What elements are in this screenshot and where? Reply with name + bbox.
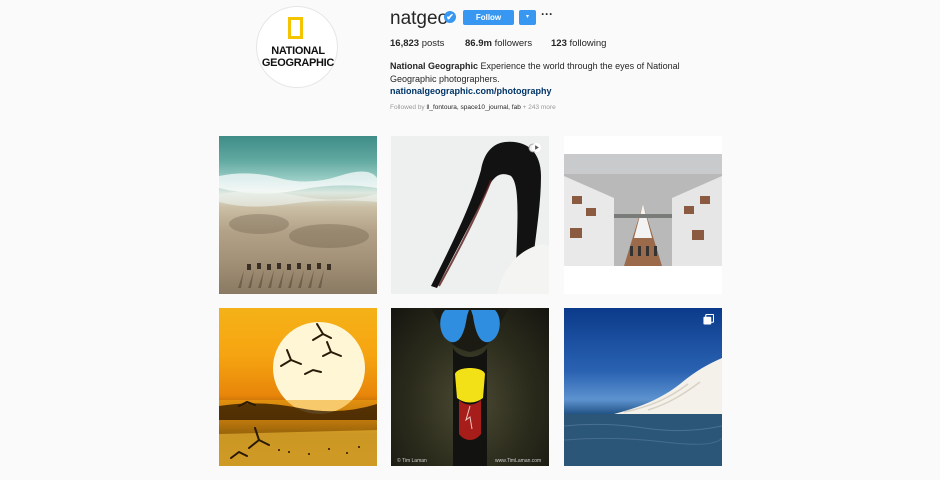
photo-credit-right: www.TimLaman.com	[495, 458, 542, 464]
multiple-photos-icon	[703, 314, 714, 325]
video-icon	[531, 142, 542, 153]
ibis-scene	[431, 141, 549, 294]
natgeo-logo-frame-icon	[288, 17, 303, 39]
followers-count: 86.9m	[465, 38, 492, 49]
following-count: 123	[551, 38, 567, 49]
logo-text-line1: NATIONAL	[271, 45, 325, 57]
suggestions-dropdown-button[interactable]: ▾	[519, 10, 536, 25]
sunset-scene	[219, 322, 377, 466]
profile-username: natgeo	[390, 8, 449, 29]
profile-avatar[interactable]: NATIONAL GEOGRAPHIC	[256, 6, 338, 88]
logo-text-line2: GEOGRAPHIC	[261, 57, 335, 69]
photo-credit-left: © Tim Laman	[397, 458, 427, 464]
beach-scene	[219, 171, 377, 288]
post-thumbnail-bird-of-paradise[interactable]: © Tim Laman www.TimLaman.com	[391, 308, 549, 466]
follow-button[interactable]: Follow	[463, 10, 514, 25]
town-scene	[564, 154, 722, 266]
posts-count: 16,823	[390, 38, 420, 49]
post-thumbnail-white-cliffs[interactable]	[564, 308, 722, 466]
post-thumbnail-cranes-sunset[interactable]	[219, 308, 377, 466]
bio-website-link[interactable]: nationalgeographic.com/photography	[390, 86, 552, 96]
post-thumbnail-snowy-town[interactable]	[564, 136, 722, 294]
bio-name: National Geographic	[390, 61, 479, 71]
followed-by-more[interactable]: + 243 more	[523, 104, 556, 111]
cliffs-scene	[564, 358, 722, 466]
followed-by-prefix: Followed by	[390, 104, 425, 111]
profile-bio: National Geographic Experience the world…	[390, 60, 690, 85]
stat-posts: 16,823 posts	[390, 38, 444, 49]
following-label: following	[569, 38, 607, 49]
posts-label: posts	[421, 38, 445, 49]
followed-by-users[interactable]: ll_fontoura, space10_journal, fab	[427, 104, 521, 111]
stat-followers[interactable]: 86.9m followers	[465, 38, 532, 49]
verified-badge-icon: ✔	[444, 11, 456, 23]
bird-of-paradise-scene	[431, 308, 509, 466]
post-thumbnail-ibis[interactable]	[391, 136, 549, 294]
more-options-icon[interactable]: ···	[541, 7, 553, 22]
stat-following[interactable]: 123 following	[551, 38, 606, 49]
post-thumbnail-beach-camels[interactable]	[219, 136, 377, 294]
followed-by[interactable]: Followed by ll_fontoura, space10_journal…	[390, 104, 556, 111]
followers-label: followers	[494, 38, 533, 49]
